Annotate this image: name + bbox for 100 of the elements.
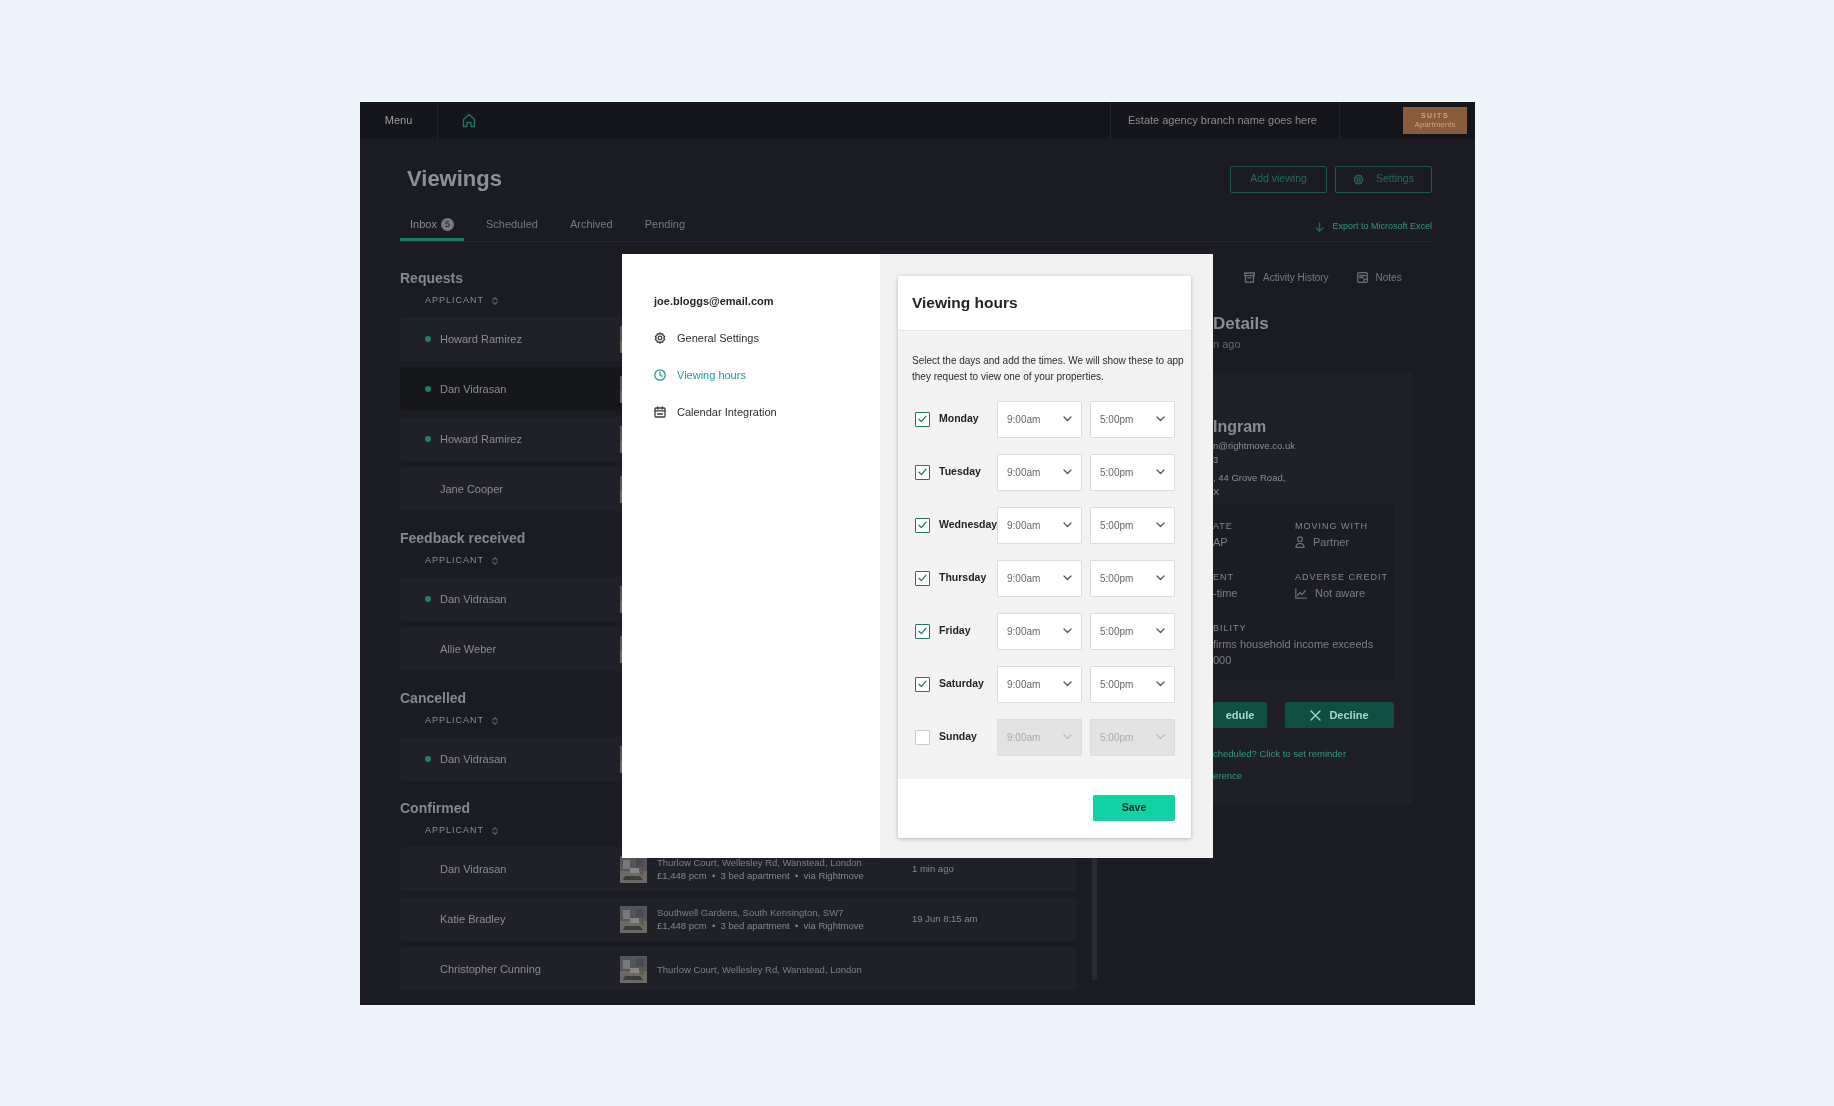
column-header[interactable]: APPLICANT (425, 824, 484, 838)
chevron-down-icon (1156, 628, 1165, 635)
contact-text: X (1213, 485, 1221, 499)
day-label: Monday (939, 411, 980, 427)
chevron-down-icon (1063, 522, 1072, 529)
viewing-row[interactable]: Katie Bradley Southwell Gardens, South Kensington, SW7 £1,448 pcm • 3 bed apartment • via Rightmove 19 Jun 8:15 am (400, 897, 1076, 941)
check-icon (918, 521, 927, 530)
sort-icon (492, 297, 498, 305)
tab[interactable]: Archived (559, 211, 623, 241)
chevron-down-icon (1063, 575, 1072, 582)
checkbox[interactable] (915, 464, 930, 480)
applicant-name: Dan Vidrasan (440, 591, 508, 607)
applicant-name: Christopher Cunning (440, 961, 542, 977)
chevron-down-icon (1063, 734, 1072, 741)
applicant-name: Allie Weber (440, 641, 498, 657)
checkbox[interactable] (915, 676, 930, 692)
chevron-down-icon (1156, 416, 1165, 423)
time-dropdown[interactable]: 9:00am (997, 612, 1082, 650)
day-label: Wednesday (939, 517, 997, 533)
checkbox[interactable] (915, 411, 930, 427)
account-email: joe.bloggs@email.com (654, 294, 775, 309)
tab[interactable]: Inbox 5 (400, 211, 464, 241)
field-value: Partner (1313, 535, 1350, 550)
day-label: Sunday (939, 729, 978, 745)
sort-icon (492, 557, 498, 565)
time-dropdown[interactable]: 5:00pm (1090, 559, 1175, 597)
menu-item[interactable]: Viewing hours (654, 366, 746, 384)
applicant-name: Howard Ramirez (440, 331, 523, 347)
tab[interactable]: Pending (634, 211, 696, 241)
checkbox[interactable] (915, 517, 930, 533)
day-label: Tuesday (939, 464, 982, 480)
person-icon (1295, 536, 1305, 548)
settings-icon (654, 332, 666, 344)
add-viewing-button[interactable]: Add viewing (1230, 165, 1327, 193)
day-label: Thursday (939, 570, 988, 586)
applicant-name: Jane Cooper (440, 481, 504, 497)
chevron-down-icon (1156, 734, 1165, 741)
field-value: firms household income exceeds 000 (1213, 637, 1375, 668)
field-label: ADVERSE CREDIT (1295, 571, 1389, 583)
property-address: Thurlow Court, Wellesley Rd, Wanstead, London (657, 962, 863, 976)
check-icon (918, 574, 927, 583)
button[interactable]: edule (1213, 702, 1267, 728)
viewing-row[interactable]: Christopher Cunning Thurlow Court, Wellesley Rd, Wanstead, London (400, 947, 1076, 991)
time-dropdown[interactable]: 5:00pm (1090, 453, 1175, 491)
column-header[interactable]: APPLICANT (425, 554, 484, 568)
sort-icon (492, 717, 498, 725)
time-dropdown[interactable]: 5:00pm (1090, 506, 1175, 544)
time-dropdown[interactable]: 9:00am (997, 453, 1082, 491)
property-details: £1,448 pcm • 3 bed apartment • via Rightmove (657, 869, 865, 882)
chevron-down-icon (1063, 681, 1072, 688)
time-dropdown[interactable]: 5:00pm (1090, 665, 1175, 703)
home-icon[interactable] (462, 113, 476, 128)
checkbox[interactable] (915, 570, 930, 586)
time-dropdown[interactable]: 9:00am (997, 506, 1082, 544)
tab[interactable]: Scheduled (475, 211, 548, 241)
settings-button[interactable]: Settings (1335, 165, 1432, 193)
column-header[interactable]: APPLICANT (425, 294, 484, 308)
section-title: Feedback received (400, 529, 527, 548)
property-address: Southwell Gardens, South Kensington, SW7 (657, 906, 845, 919)
save-button[interactable]: Save (1093, 795, 1175, 822)
decline-button[interactable]: Decline (1285, 702, 1394, 728)
download-icon (1315, 221, 1325, 232)
count-badge: 5 (440, 218, 454, 231)
field-label: BILITY (1213, 622, 1248, 634)
property-details: £1,448 pcm • 3 bed apartment • via Rightmove (657, 919, 865, 932)
chevron-down-icon (1156, 681, 1165, 688)
link[interactable]: erence (1213, 769, 1394, 783)
day-label: Saturday (939, 676, 985, 692)
time-dropdown[interactable]: 9:00am (997, 559, 1082, 597)
check-icon (918, 627, 927, 636)
field-value: -time (1213, 586, 1239, 601)
time-label: 19 Jun 8:15 am (912, 911, 978, 926)
tab[interactable]: Notes (1356, 264, 1402, 290)
section-title: Cancelled (400, 689, 468, 708)
check-icon (918, 415, 927, 424)
time-dropdown[interactable]: 9:00am (997, 665, 1082, 703)
menu-item[interactable]: General Settings (654, 329, 759, 347)
checkbox[interactable] (915, 623, 930, 639)
link[interactable]: cheduled? Click to set reminder (1213, 747, 1394, 761)
time-dropdown[interactable]: 5:00pm (1090, 400, 1175, 438)
check-icon (918, 468, 927, 477)
chevron-down-icon (1156, 469, 1165, 476)
export-link[interactable]: Export to Microsoft Excel (1315, 219, 1432, 234)
archive-icon (1244, 271, 1255, 283)
time-dropdown[interactable]: 5:00pm (1090, 612, 1175, 650)
applicant-name: Katie Bradley (440, 911, 507, 927)
page-title: Viewings (407, 165, 502, 193)
menu-button[interactable]: Menu (384, 112, 413, 129)
time-dropdown[interactable]: 9:00am (997, 400, 1082, 438)
check-icon (918, 680, 927, 689)
column-header[interactable]: APPLICANT (425, 714, 484, 728)
applicant-name: Dan Vidrasan (440, 861, 508, 877)
checkbox[interactable] (915, 729, 930, 745)
sort-icon (492, 827, 498, 835)
branch-name: Estate agency branch name goes here (1128, 113, 1317, 129)
section-title: Confirmed (400, 799, 471, 818)
chevron-down-icon (1063, 628, 1072, 635)
tab[interactable]: Activity History (1244, 264, 1329, 290)
field-value: AP (1213, 535, 1229, 550)
menu-item[interactable]: Calendar Integration (654, 403, 777, 421)
